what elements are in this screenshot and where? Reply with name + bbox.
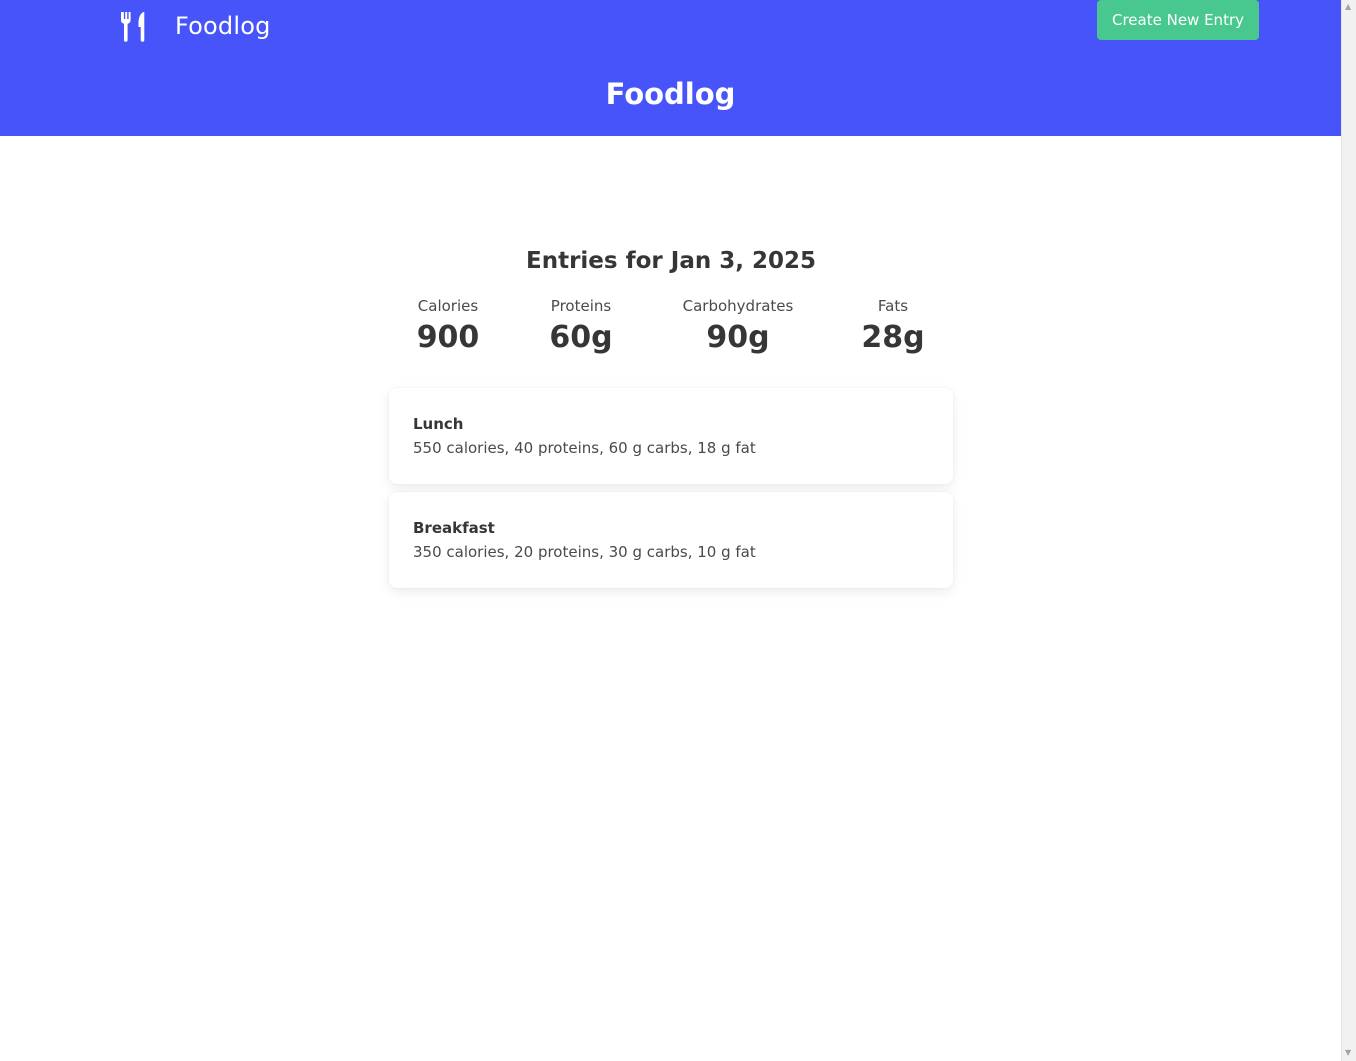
entry-name: Lunch (413, 415, 464, 433)
scroll-down-icon[interactable]: ▼ (1345, 1049, 1351, 1057)
entry-card-lunch[interactable]: Lunch 550 calories, 40 proteins, 60 g ca… (389, 388, 953, 484)
entry-details: 350 calories, 20 proteins, 30 g carbs, 1… (413, 543, 756, 561)
utensils-icon (121, 12, 145, 42)
stat-proteins: Proteins 60g (549, 296, 612, 360)
entries-date-title: Entries for Jan 3, 2025 (526, 248, 816, 274)
stat-fats: Fats 28g (861, 296, 924, 360)
stat-carbohydrates: Carbohydrates 90g (683, 296, 794, 360)
stat-value: 900 (416, 320, 480, 355)
brand[interactable]: Foodlog (119, 10, 271, 42)
stat-calories: Calories 900 (417, 296, 480, 360)
stat-value: 90g (706, 320, 770, 355)
entry-card-breakfast[interactable]: Breakfast 350 calories, 20 proteins, 30 … (389, 492, 953, 588)
stat-label: Carbohydrates (682, 297, 794, 315)
entry-details: 550 calories, 40 proteins, 60 g carbs, 1… (413, 439, 756, 457)
brand-name: Foodlog (175, 12, 271, 40)
stat-label: Calories (417, 297, 479, 315)
main-content: Entries for Jan 3, 2025 Calories 900 Pro… (389, 244, 953, 596)
entry-name: Breakfast (413, 519, 495, 537)
create-new-entry-button[interactable]: Create New Entry (1097, 0, 1259, 40)
stat-value: 60g (549, 320, 613, 355)
stat-label: Proteins (550, 297, 612, 315)
vertical-scrollbar[interactable]: ▲ ▼ (1341, 0, 1356, 1061)
stat-value: 28g (861, 320, 925, 355)
hero-header: Foodlog Create New Entry Foodlog (0, 0, 1341, 136)
page: Foodlog Create New Entry Foodlog Entries… (0, 0, 1341, 1061)
stat-label: Fats (877, 297, 909, 315)
entries-list: Lunch 550 calories, 40 proteins, 60 g ca… (389, 388, 953, 588)
nutrition-summary: Calories 900 Proteins 60g Carbohydrates … (389, 296, 953, 362)
hero-title: Foodlog (605, 77, 736, 111)
scroll-up-icon[interactable]: ▲ (1345, 3, 1351, 11)
